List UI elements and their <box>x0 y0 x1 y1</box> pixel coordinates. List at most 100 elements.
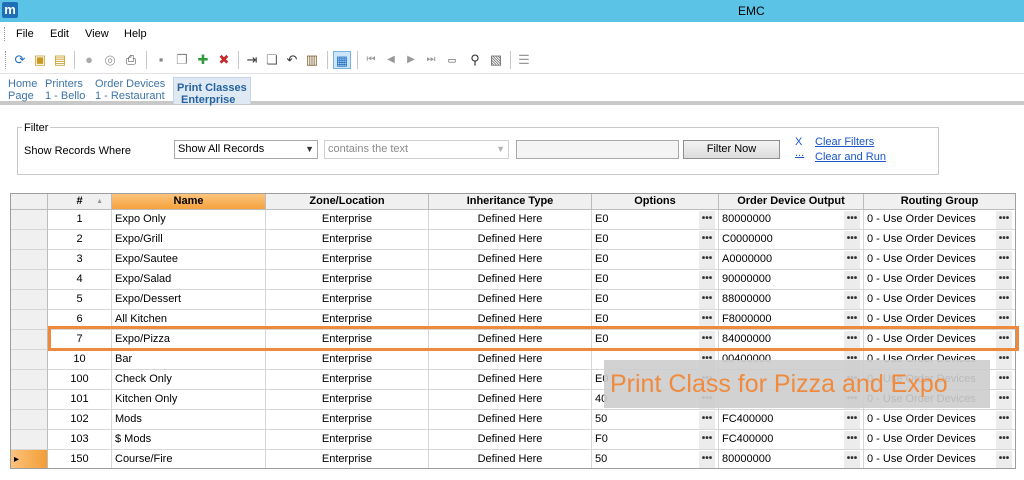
cell-routing[interactable]: 0 - Use Order Devices ••• <box>864 210 1015 230</box>
table-row[interactable]: 4 Expo/Salad Enterprise Defined Here E0 ••• 90… <box>11 270 1015 290</box>
cell-number[interactable]: 150 <box>48 450 112 468</box>
cell-name[interactable]: Bar <box>112 350 266 370</box>
ellipsis-button[interactable]: ••• <box>699 431 715 449</box>
cell-name[interactable]: Expo Only <box>112 210 266 230</box>
cell-zone[interactable]: Enterprise <box>266 350 429 370</box>
row-selector[interactable] <box>11 350 48 370</box>
cell-inheritance[interactable]: Defined Here <box>429 370 592 390</box>
column-header-routing[interactable]: Routing Group <box>864 194 1015 210</box>
ellipsis-button[interactable]: ••• <box>996 451 1012 468</box>
previous-record-icon[interactable]: ◀ <box>382 51 400 69</box>
column-header-zone[interactable]: Zone/Location <box>266 194 429 210</box>
next-record-icon[interactable]: ▶ <box>402 51 420 69</box>
cell-zone[interactable]: Enterprise <box>266 430 429 450</box>
field-select[interactable]: Show All Records ▼ <box>174 140 318 159</box>
row-selector[interactable]: ▸ <box>11 450 48 468</box>
cell-number[interactable]: 103 <box>48 430 112 450</box>
duplicate-icon[interactable]: ❏ <box>263 51 281 69</box>
cell-inheritance[interactable]: Defined Here <box>429 390 592 410</box>
ellipsis-button[interactable]: ••• <box>996 271 1012 289</box>
tab-print-classes[interactable]: Print Classes Enterprise <box>173 77 251 106</box>
cell-inheritance[interactable]: Defined Here <box>429 450 592 468</box>
column-header-name[interactable]: Name <box>112 194 266 210</box>
print-icon[interactable]: ⎙ <box>122 51 140 69</box>
row-selector[interactable] <box>11 390 48 410</box>
cell-output[interactable]: 90000000 ••• <box>719 270 864 290</box>
cell-number[interactable]: 4 <box>48 270 112 290</box>
cell-name[interactable]: Course/Fire <box>112 450 266 468</box>
ellipsis-button[interactable]: ••• <box>996 251 1012 269</box>
cell-number[interactable]: 100 <box>48 370 112 390</box>
cell-number[interactable]: 5 <box>48 290 112 310</box>
filter-value-input[interactable] <box>516 140 679 159</box>
row-selector[interactable] <box>11 210 48 230</box>
cell-output[interactable]: FC400000 ••• <box>719 430 864 450</box>
tab-printers[interactable]: Printers 1 - Bello <box>45 78 85 102</box>
ellipsis-button[interactable]: ••• <box>844 431 860 449</box>
ellipsis-button[interactable]: ••• <box>699 251 715 269</box>
cell-number[interactable]: 102 <box>48 410 112 430</box>
cell-options[interactable]: E0 ••• <box>592 250 719 270</box>
grid-view-icon[interactable]: ▦ <box>333 51 351 69</box>
column-header-options[interactable]: Options <box>592 194 719 210</box>
cell-number[interactable]: 3 <box>48 250 112 270</box>
cell-zone[interactable]: Enterprise <box>266 410 429 430</box>
ellipsis-button[interactable]: ••• <box>844 271 860 289</box>
first-record-icon[interactable]: ⏮ <box>362 51 380 69</box>
folder-stack-icon[interactable]: ▤ <box>51 51 69 69</box>
cell-output[interactable]: 88000000 ••• <box>719 290 864 310</box>
ellipsis-button[interactable]: ••• <box>844 451 860 468</box>
paste-icon[interactable]: ▥ <box>303 51 321 69</box>
cell-number[interactable]: 2 <box>48 230 112 250</box>
filter-now-button[interactable]: Filter Now <box>683 140 780 159</box>
menu-help[interactable]: Help <box>124 28 147 40</box>
ellipsis-button[interactable]: ••• <box>699 211 715 229</box>
cell-inheritance[interactable]: Defined Here <box>429 430 592 450</box>
table-row[interactable]: 1 Expo Only Enterprise Defined Here E0 ••• 800… <box>11 210 1015 230</box>
ellipsis-button[interactable]: ••• <box>844 231 860 249</box>
cell-options[interactable]: 50 ••• <box>592 410 719 430</box>
cell-name[interactable]: Check Only <box>112 370 266 390</box>
cell-name[interactable]: Expo/Grill <box>112 230 266 250</box>
cell-routing[interactable]: 0 - Use Order Devices ••• <box>864 450 1015 468</box>
ellipsis-button[interactable]: ••• <box>699 451 715 468</box>
cell-zone[interactable]: Enterprise <box>266 230 429 250</box>
row-selector[interactable] <box>11 370 48 390</box>
stop-icon[interactable]: ● <box>80 51 98 69</box>
cell-inheritance[interactable]: Defined Here <box>429 270 592 290</box>
cell-number[interactable]: 1 <box>48 210 112 230</box>
cell-zone[interactable]: Enterprise <box>266 290 429 310</box>
cell-inheritance[interactable]: Defined Here <box>429 350 592 370</box>
ellipsis-button[interactable]: ••• <box>844 251 860 269</box>
cell-number[interactable]: 101 <box>48 390 112 410</box>
column-header-output[interactable]: Order Device Output <box>719 194 864 210</box>
row-selector[interactable] <box>11 250 48 270</box>
ellipsis-button[interactable]: ••• <box>844 411 860 429</box>
cell-zone[interactable]: Enterprise <box>266 210 429 230</box>
table-row[interactable]: ▸ 150 Course/Fire Enterprise Defined Here 50 •… <box>11 450 1015 468</box>
cell-inheritance[interactable]: Defined Here <box>429 290 592 310</box>
ellipsis-button[interactable]: ••• <box>699 231 715 249</box>
ellipsis-button[interactable]: ••• <box>699 291 715 309</box>
cell-name[interactable]: Kitchen Only <box>112 390 266 410</box>
cell-output[interactable]: A0000000 ••• <box>719 250 864 270</box>
cell-output[interactable]: 80000000 ••• <box>719 210 864 230</box>
column-header-number[interactable]: # ▲ <box>48 194 112 210</box>
clear-filters-link[interactable]: Clear Filters <box>815 136 874 148</box>
ellipsis-button[interactable]: ••• <box>844 211 860 229</box>
refresh-icon[interactable]: ⟳ <box>11 51 29 69</box>
cell-routing[interactable]: 0 - Use Order Devices ••• <box>864 290 1015 310</box>
cell-output[interactable]: FC400000 ••• <box>719 410 864 430</box>
row-selector[interactable] <box>11 310 48 330</box>
tab-order-devices[interactable]: Order Devices 1 - Restaurant <box>95 78 165 102</box>
row-selector[interactable] <box>11 410 48 430</box>
copy-icon[interactable]: ❐ <box>173 51 191 69</box>
table-row[interactable]: 103 $ Mods Enterprise Defined Here F0 ••• FC40… <box>11 430 1015 450</box>
report-icon[interactable]: ▧ <box>487 51 505 69</box>
delete-icon[interactable]: ✖ <box>215 51 233 69</box>
ellipsis-button[interactable]: ••• <box>996 371 1012 389</box>
cell-inheritance[interactable]: Defined Here <box>429 410 592 430</box>
menu-edit[interactable]: Edit <box>50 28 69 40</box>
open-folder-icon[interactable]: ▣ <box>31 51 49 69</box>
table-row[interactable]: 102 Mods Enterprise Defined Here 50 ••• FC4000… <box>11 410 1015 430</box>
